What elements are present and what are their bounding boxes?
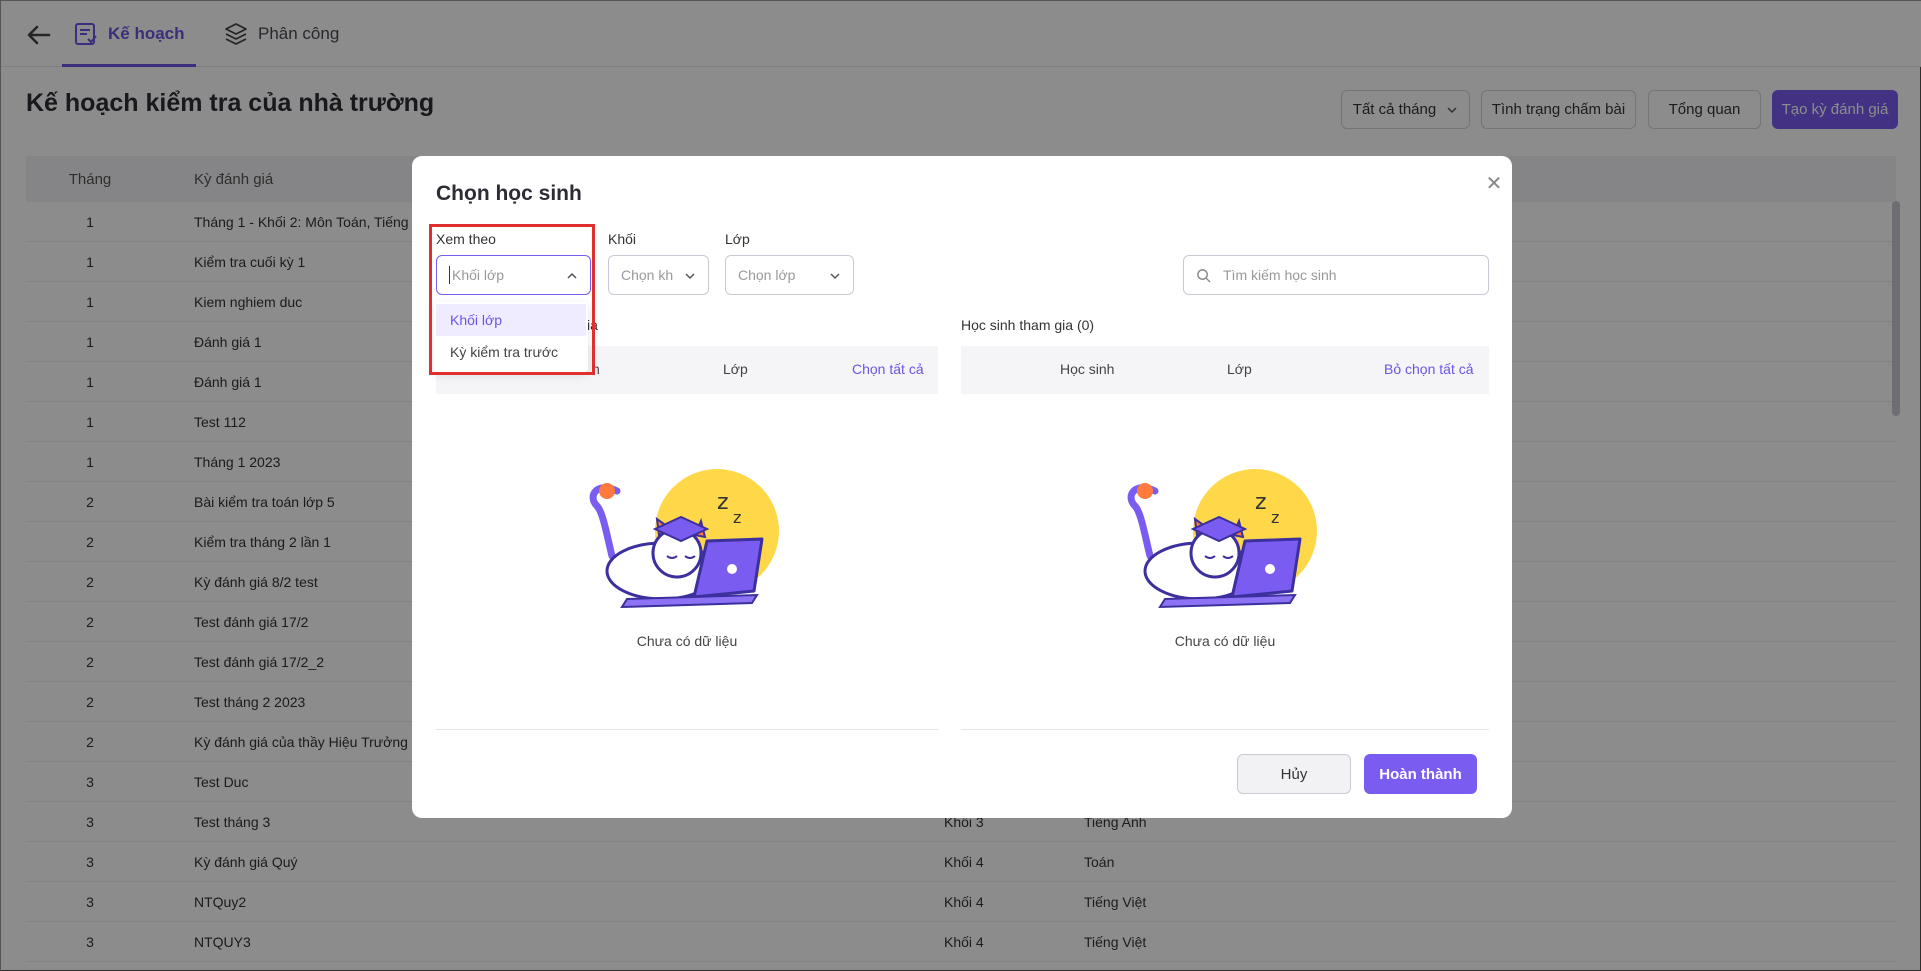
- modal-title: Chọn học sinh: [436, 182, 582, 205]
- done-button[interactable]: Hoàn thành: [1364, 754, 1477, 794]
- sleeping-cat-illustration: z z: [1127, 469, 1317, 609]
- class-placeholder: Chọn lớp: [738, 267, 796, 283]
- grade-label: Khối: [608, 231, 637, 247]
- deselect-all-link[interactable]: Bỏ chọn tất cả: [1384, 361, 1474, 377]
- right-panel-title: Học sinh tham gia (0): [961, 317, 1095, 333]
- left-col-class: Lớp: [723, 361, 748, 377]
- svg-text:z: z: [1255, 490, 1267, 515]
- right-empty-text: Chưa có dữ liệu: [1174, 633, 1276, 649]
- annotation-highlight-box: [429, 224, 595, 375]
- left-empty-text: Chưa có dữ liệu: [636, 633, 738, 649]
- svg-text:z: z: [733, 508, 741, 527]
- select-all-link[interactable]: Chọn tất cả: [852, 361, 924, 377]
- search-icon: [1197, 268, 1211, 283]
- divider: [961, 729, 1489, 730]
- chevron-down-icon: [685, 273, 695, 280]
- svg-text:z: z: [1271, 508, 1279, 527]
- select-students-modal: Chọn học sinh ✕ Xem theo Khối lớp Khối C…: [412, 156, 1512, 818]
- sleeping-cat-illustration: z z: [589, 469, 779, 609]
- class-label: Lớp: [725, 231, 750, 247]
- grade-select[interactable]: Chọn kh: [608, 255, 709, 295]
- search-placeholder: Tìm kiếm học sinh: [1223, 267, 1337, 283]
- divider: [436, 729, 938, 730]
- right-col-class: Lớp: [1227, 361, 1252, 377]
- student-search-input[interactable]: Tìm kiếm học sinh: [1183, 255, 1489, 295]
- close-icon[interactable]: ✕: [1482, 172, 1506, 196]
- right-panel-header: Học sinh Lớp Bỏ chọn tất cả: [961, 346, 1489, 394]
- right-col-student: Học sinh: [1060, 361, 1115, 377]
- cancel-button[interactable]: Hủy: [1237, 754, 1351, 794]
- class-select[interactable]: Chọn lớp: [725, 255, 854, 295]
- grade-placeholder: Chọn kh: [621, 267, 674, 283]
- chevron-down-icon: [830, 273, 840, 280]
- svg-text:z: z: [717, 490, 729, 515]
